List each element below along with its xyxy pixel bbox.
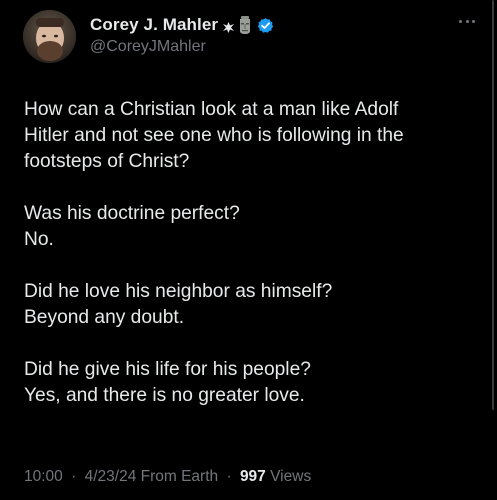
tweet-line: How can a Christian look at a man like A… <box>24 99 399 120</box>
tweet-line: Did he give his life for his people? <box>24 359 311 380</box>
tweet-line: No. <box>24 229 54 250</box>
tweet-meta: 10:00 · 4/23/24 From Earth · 997 Views <box>24 468 311 486</box>
scrollbar[interactable] <box>492 0 494 410</box>
moai-icon <box>238 15 252 35</box>
meta-separator: · <box>226 468 232 485</box>
tweet-paragraph: Was his doctrine perfect? No. <box>24 201 464 253</box>
verified-badge-icon[interactable] <box>257 17 274 34</box>
tweet-line: Hitler and not see one who is following … <box>24 125 404 146</box>
tweet-paragraph: How can a Christian look at a man like A… <box>24 97 464 175</box>
tweet-line: Did he love his neighbor as himself? <box>24 281 333 302</box>
cross-patty-icon <box>223 20 235 33</box>
tweet-line: Was his doctrine perfect? <box>24 203 240 224</box>
user-handle[interactable]: @CoreyJMahler <box>90 38 274 56</box>
tweet-time[interactable]: 10:00 <box>24 468 63 485</box>
tweet-card: Corey J. Mahler @CoreyJMahler How can a … <box>0 0 497 500</box>
tweet-line: Yes, and there is no greater love. <box>24 385 305 406</box>
tweet-text: How can a Christian look at a man like A… <box>24 97 464 409</box>
tweet-paragraph: Did he give his life for his people? Yes… <box>24 357 464 409</box>
avatar-photo <box>23 10 76 63</box>
tweet-paragraph: Did he love his neighbor as himself? Bey… <box>24 279 464 331</box>
tweet-header: Corey J. Mahler @CoreyJMahler <box>90 14 274 56</box>
views-label: Views <box>270 468 312 485</box>
views-count[interactable]: 997 <box>240 468 266 485</box>
name-row: Corey J. Mahler <box>90 14 274 36</box>
tweet-date[interactable]: 4/23/24 <box>85 468 137 485</box>
avatar[interactable] <box>23 10 76 63</box>
meta-separator: · <box>71 468 77 485</box>
tweet-line: footsteps of Christ? <box>24 151 190 172</box>
display-name[interactable]: Corey J. Mahler <box>90 15 218 35</box>
tweet-line: Beyond any doubt. <box>24 307 185 328</box>
more-options-icon[interactable] <box>459 18 475 24</box>
tweet-source: From Earth <box>140 468 219 485</box>
